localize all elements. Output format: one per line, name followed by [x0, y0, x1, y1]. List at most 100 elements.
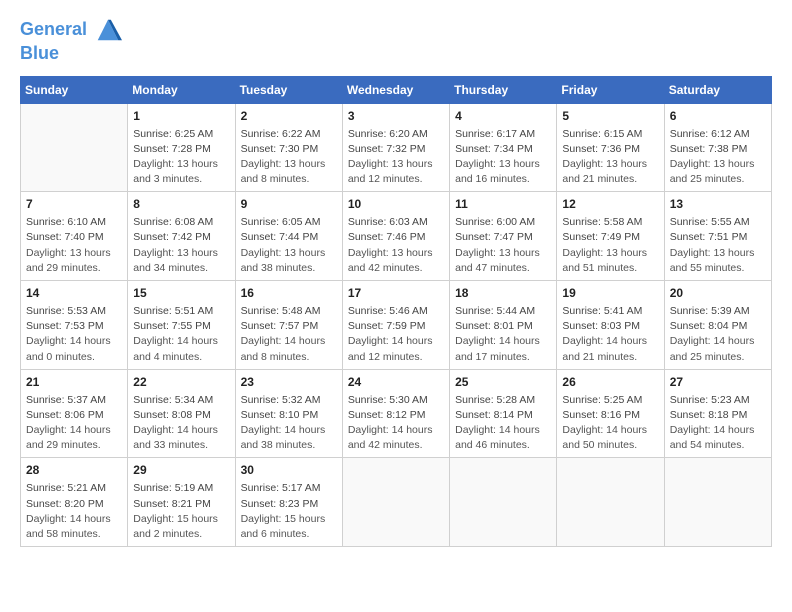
day-info: Sunrise: 5:53 AMSunset: 7:53 PMDaylight:…: [26, 304, 122, 365]
day-number: 19: [562, 285, 658, 302]
sunset-label: Sunset: 8:14 PM: [455, 409, 533, 421]
day-number: 29: [133, 462, 229, 479]
sunrise-label: Sunrise: 5:44 AM: [455, 305, 535, 317]
sunset-label: Sunset: 8:10 PM: [241, 409, 319, 421]
calendar-cell: 3 Sunrise: 6:20 AMSunset: 7:32 PMDaylight…: [342, 103, 449, 192]
daylight-label: Daylight: 13 hours and 47 minutes.: [455, 247, 540, 274]
sunset-label: Sunset: 8:04 PM: [670, 320, 748, 332]
sunset-label: Sunset: 7:55 PM: [133, 320, 211, 332]
sunset-label: Sunset: 8:21 PM: [133, 498, 211, 510]
day-info: Sunrise: 6:12 AMSunset: 7:38 PMDaylight:…: [670, 127, 766, 188]
weekday-header-thursday: Thursday: [450, 76, 557, 103]
day-info: Sunrise: 6:17 AMSunset: 7:34 PMDaylight:…: [455, 127, 551, 188]
week-row-1: 1Sunrise: 6:25 AMSunset: 7:28 PMDaylight…: [21, 103, 772, 192]
day-info: Sunrise: 5:32 AMSunset: 8:10 PMDaylight:…: [241, 393, 337, 454]
daylight-label: Daylight: 15 hours and 2 minutes.: [133, 513, 218, 540]
calendar-cell: 1Sunrise: 6:25 AMSunset: 7:28 PMDaylight…: [128, 103, 235, 192]
day-number: 16: [241, 285, 337, 302]
daylight-label: Daylight: 14 hours and 8 minutes.: [241, 335, 326, 362]
day-number: 25: [455, 374, 551, 391]
sunset-label: Sunset: 8:01 PM: [455, 320, 533, 332]
sunset-label: Sunset: 7:44 PM: [241, 231, 319, 243]
day-info: Sunrise: 6:20 AMSunset: 7:32 PMDaylight:…: [348, 127, 444, 188]
weekday-header-sunday: Sunday: [21, 76, 128, 103]
day-number: 11: [455, 196, 551, 213]
daylight-label: Daylight: 14 hours and 46 minutes.: [455, 424, 540, 451]
calendar-cell: 25Sunrise: 5:28 AMSunset: 8:14 PMDayligh…: [450, 369, 557, 458]
week-row-4: 21Sunrise: 5:37 AMSunset: 8:06 PMDayligh…: [21, 369, 772, 458]
day-number: 9: [241, 196, 337, 213]
calendar-cell: 9 Sunrise: 6:05 AMSunset: 7:44 PMDaylight…: [235, 192, 342, 281]
day-info: Sunrise: 5:25 AMSunset: 8:16 PMDaylight:…: [562, 393, 658, 454]
calendar-cell: 13Sunrise: 5:55 AMSunset: 7:51 PMDayligh…: [664, 192, 771, 281]
sunrise-label: Sunrise: 6:03 AM: [348, 216, 428, 228]
calendar-cell: 10Sunrise: 6:03 AMSunset: 7:46 PMDayligh…: [342, 192, 449, 281]
daylight-label: Daylight: 14 hours and 33 minutes.: [133, 424, 218, 451]
daylight-label: Daylight: 13 hours and 8 minutes.: [241, 158, 326, 185]
daylight-label: Daylight: 14 hours and 17 minutes.: [455, 335, 540, 362]
calendar-cell: [21, 103, 128, 192]
sunset-label: Sunset: 7:30 PM: [241, 143, 319, 155]
calendar-cell: 24Sunrise: 5:30 AMSunset: 8:12 PMDayligh…: [342, 369, 449, 458]
daylight-label: Daylight: 13 hours and 25 minutes.: [670, 158, 755, 185]
sunrise-label: Sunrise: 5:55 AM: [670, 216, 750, 228]
sunrise-label: Sunrise: 5:58 AM: [562, 216, 642, 228]
calendar-cell: 11Sunrise: 6:00 AMSunset: 7:47 PMDayligh…: [450, 192, 557, 281]
sunset-label: Sunset: 8:18 PM: [670, 409, 748, 421]
sunrise-label: Sunrise: 5:48 AM: [241, 305, 321, 317]
day-number: 23: [241, 374, 337, 391]
calendar-cell: 27Sunrise: 5:23 AMSunset: 8:18 PMDayligh…: [664, 369, 771, 458]
day-number: 30: [241, 462, 337, 479]
day-info: Sunrise: 5:37 AMSunset: 8:06 PMDaylight:…: [26, 393, 122, 454]
sunrise-label: Sunrise: 5:41 AM: [562, 305, 642, 317]
day-number: 10: [348, 196, 444, 213]
sunrise-label: Sunrise: 6:20 AM: [348, 128, 428, 140]
day-number: 26: [562, 374, 658, 391]
day-number: 8: [133, 196, 229, 213]
weekday-header-tuesday: Tuesday: [235, 76, 342, 103]
calendar-cell: 30 Sunrise: 5:17 AMSunset: 8:23 PMDayligh…: [235, 458, 342, 547]
calendar-cell: 29Sunrise: 5:19 AMSunset: 8:21 PMDayligh…: [128, 458, 235, 547]
sunset-label: Sunset: 7:40 PM: [26, 231, 104, 243]
day-number: 1: [133, 108, 229, 125]
calendar-cell: [342, 458, 449, 547]
sunrise-label: Sunrise: 5:37 AM: [26, 394, 106, 406]
sunrise-label: Sunrise: 5:25 AM: [562, 394, 642, 406]
day-info: Sunrise: 5:55 AMSunset: 7:51 PMDaylight:…: [670, 215, 766, 276]
weekday-header-wednesday: Wednesday: [342, 76, 449, 103]
daylight-label: Daylight: 14 hours and 25 minutes.: [670, 335, 755, 362]
calendar-cell: 2Sunrise: 6:22 AMSunset: 7:30 PMDaylight…: [235, 103, 342, 192]
calendar-cell: 23 Sunrise: 5:32 AMSunset: 8:10 PMDayligh…: [235, 369, 342, 458]
day-number: 24: [348, 374, 444, 391]
day-number: 28: [26, 462, 122, 479]
daylight-label: Daylight: 14 hours and 0 minutes.: [26, 335, 111, 362]
day-info: Sunrise: 5:17 AMSunset: 8:23 PMDaylight:…: [241, 481, 337, 542]
calendar-cell: 12Sunrise: 5:58 AMSunset: 7:49 PMDayligh…: [557, 192, 664, 281]
day-number: 18: [455, 285, 551, 302]
daylight-label: Daylight: 14 hours and 54 minutes.: [670, 424, 755, 451]
sunrise-label: Sunrise: 6:17 AM: [455, 128, 535, 140]
sunset-label: Sunset: 7:47 PM: [455, 231, 533, 243]
sunset-label: Sunset: 8:20 PM: [26, 498, 104, 510]
sunset-label: Sunset: 7:34 PM: [455, 143, 533, 155]
sunset-label: Sunset: 7:46 PM: [348, 231, 426, 243]
sunset-label: Sunset: 7:28 PM: [133, 143, 211, 155]
calendar-table: SundayMondayTuesdayWednesdayThursdayFrid…: [20, 76, 772, 547]
sunrise-label: Sunrise: 5:23 AM: [670, 394, 750, 406]
sunset-label: Sunset: 8:03 PM: [562, 320, 640, 332]
day-info: Sunrise: 5:23 AM Sunset: 8:18 PM Daylight:…: [670, 393, 766, 454]
week-row-2: 7Sunrise: 6:10 AMSunset: 7:40 PMDaylight…: [21, 192, 772, 281]
daylight-label: Daylight: 13 hours and 34 minutes.: [133, 247, 218, 274]
day-number: 14: [26, 285, 122, 302]
day-info: Sunrise: 5:58 AMSunset: 7:49 PMDaylight:…: [562, 215, 658, 276]
weekday-header-row: SundayMondayTuesdayWednesdayThursdayFrid…: [21, 76, 772, 103]
daylight-label: Daylight: 14 hours and 38 minutes.: [241, 424, 326, 451]
day-info: Sunrise: 6:05 AMSunset: 7:44 PMDaylight:…: [241, 215, 337, 276]
day-number: 6: [670, 108, 766, 125]
page-header: General Blue: [20, 16, 772, 64]
sunset-label: Sunset: 7:38 PM: [670, 143, 748, 155]
day-number: 5: [562, 108, 658, 125]
day-number: 3: [348, 108, 444, 125]
sunrise-label: Sunrise: 6:22 AM: [241, 128, 321, 140]
sunrise-label: Sunrise: 6:15 AM: [562, 128, 642, 140]
